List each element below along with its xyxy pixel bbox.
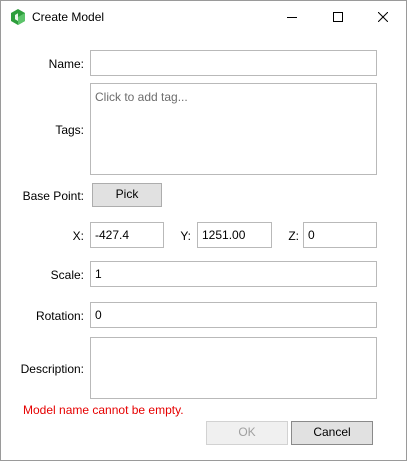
description-input[interactable] <box>90 337 377 399</box>
name-label: Name: <box>48 57 84 71</box>
base-point-label: Base Point: <box>22 189 84 203</box>
scale-label: Scale: <box>50 268 84 282</box>
close-icon <box>378 12 388 22</box>
cancel-button[interactable]: Cancel <box>291 421 373 445</box>
z-label: Z: <box>288 229 299 243</box>
minimize-button[interactable] <box>269 1 315 33</box>
description-label: Description: <box>20 362 84 376</box>
maximize-button[interactable] <box>315 1 361 33</box>
y-label: Y: <box>180 229 191 243</box>
z-input[interactable] <box>303 222 377 248</box>
window-title: Create Model <box>32 10 105 24</box>
cube-app-icon <box>11 9 25 25</box>
ok-button[interactable]: OK <box>206 421 288 445</box>
tags-input[interactable] <box>90 83 377 175</box>
scale-input[interactable] <box>90 261 377 287</box>
minimize-icon <box>287 17 297 18</box>
create-model-dialog: Create Model Name: Tags: Base Point: Pic… <box>0 0 407 461</box>
x-label: X: <box>72 229 84 243</box>
y-input[interactable] <box>197 222 272 248</box>
rotation-label: Rotation: <box>35 309 84 323</box>
rotation-input[interactable] <box>90 302 377 328</box>
x-input[interactable] <box>90 222 164 248</box>
close-button[interactable] <box>360 1 406 33</box>
pick-button[interactable]: Pick <box>92 183 162 207</box>
validation-error-message: Model name cannot be empty. <box>23 403 184 417</box>
tags-label: Tags: <box>55 123 84 137</box>
name-input[interactable] <box>90 50 377 76</box>
maximize-icon <box>333 12 343 22</box>
title-bar[interactable]: Create Model <box>1 1 406 33</box>
